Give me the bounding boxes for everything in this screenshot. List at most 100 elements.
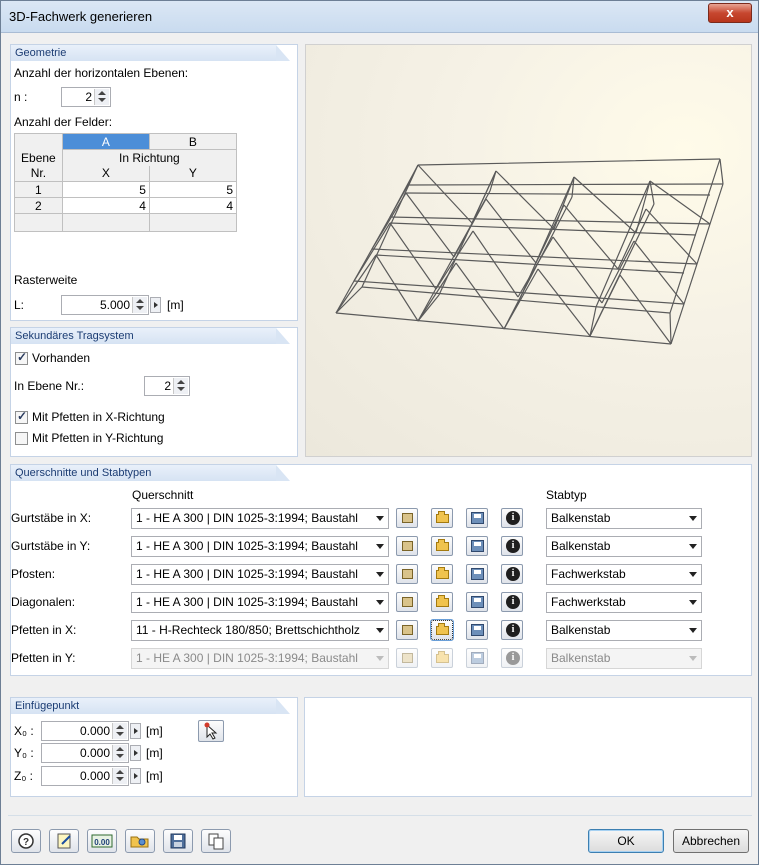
stabtyp-select[interactable]: Balkenstab bbox=[546, 620, 702, 641]
stabtyp-select[interactable]: Balkenstab bbox=[546, 648, 702, 669]
help-button[interactable]: ? bbox=[11, 829, 41, 853]
info-icon: i bbox=[506, 623, 520, 637]
edit-section-button[interactable] bbox=[466, 508, 488, 528]
units-button[interactable]: 0.00 bbox=[87, 829, 117, 853]
row-y[interactable]: 5 bbox=[148, 181, 238, 198]
cancel-button[interactable]: Abbrechen bbox=[673, 829, 749, 853]
close-button[interactable]: x bbox=[708, 3, 752, 23]
edit-section-button[interactable] bbox=[466, 536, 488, 556]
new-section-button[interactable] bbox=[431, 508, 453, 528]
spin-arrows-icon[interactable] bbox=[112, 768, 127, 784]
querschnitt-select[interactable]: 1 - HE A 300 | DIN 1025-3:1994; Baustahl bbox=[131, 536, 389, 557]
pick-arrow-icon[interactable] bbox=[130, 768, 141, 784]
spin-arrows-icon[interactable] bbox=[94, 89, 109, 105]
book-icon bbox=[402, 597, 413, 607]
info-button[interactable]: i bbox=[501, 620, 523, 640]
spin-arrows-icon[interactable] bbox=[112, 723, 127, 739]
querschnitt-select[interactable]: 11 - H-Rechteck 180/850; Brettschichthol… bbox=[131, 620, 389, 641]
l-spinner[interactable]: 5.000 bbox=[61, 295, 161, 315]
col-letter-a[interactable]: A bbox=[61, 133, 150, 150]
edit-section-button[interactable] bbox=[466, 592, 488, 612]
save-button[interactable] bbox=[163, 829, 193, 853]
edit-notes-button[interactable] bbox=[49, 829, 79, 853]
stabtyp-select[interactable]: Balkenstab bbox=[546, 508, 702, 529]
new-section-button[interactable] bbox=[431, 648, 453, 668]
dialog-window: 3D-Fachwerk generieren x Geometrie Anzah… bbox=[0, 0, 759, 865]
edit-section-button[interactable] bbox=[466, 564, 488, 584]
open-button[interactable] bbox=[125, 829, 155, 853]
querschnitt-value: 1 - HE A 300 | DIN 1025-3:1994; Baustahl bbox=[136, 651, 358, 665]
spin-arrows-icon[interactable] bbox=[112, 745, 127, 761]
stabtyp-value: Fachwerkstab bbox=[551, 567, 626, 581]
querschnitt-select[interactable]: 1 - HE A 300 | DIN 1025-3:1994; Baustahl bbox=[131, 648, 389, 669]
library-button[interactable] bbox=[396, 592, 418, 612]
info-button[interactable]: i bbox=[501, 648, 523, 668]
new-section-button[interactable] bbox=[431, 564, 453, 584]
pfetten-y-checkbox[interactable] bbox=[15, 432, 28, 445]
library-button[interactable] bbox=[396, 620, 418, 640]
querschnitte-group: Querschnitte und Stabtypen Querschnitt S… bbox=[10, 464, 752, 676]
pfetten-x-checkbox[interactable] bbox=[15, 409, 28, 424]
book-icon bbox=[402, 653, 413, 663]
stabtyp-select[interactable]: Balkenstab bbox=[546, 536, 702, 557]
stabtyp-value: Balkenstab bbox=[551, 511, 611, 525]
row-x[interactable]: 4 bbox=[61, 197, 150, 214]
pick-point-button[interactable] bbox=[198, 720, 224, 742]
stabtyp-select[interactable]: Fachwerkstab bbox=[546, 564, 702, 585]
ok-button[interactable]: OK bbox=[588, 829, 664, 853]
querschnitt-select[interactable]: 1 - HE A 300 | DIN 1025-3:1994; Baustahl bbox=[131, 564, 389, 585]
info-button[interactable]: i bbox=[501, 592, 523, 612]
library-button[interactable] bbox=[396, 648, 418, 668]
pick-arrow-icon[interactable] bbox=[150, 297, 161, 313]
pick-arrow-icon[interactable] bbox=[130, 745, 141, 761]
library-button[interactable] bbox=[396, 536, 418, 556]
querschnitt-select[interactable]: 1 - HE A 300 | DIN 1025-3:1994; Baustahl bbox=[131, 592, 389, 613]
new-section-button[interactable] bbox=[431, 592, 453, 612]
folder-icon bbox=[436, 539, 449, 551]
z0-spinner[interactable]: 0.000 bbox=[41, 766, 141, 786]
querschnitte-header: Querschnitte und Stabtypen bbox=[11, 465, 290, 481]
copy-button[interactable] bbox=[201, 829, 231, 853]
row-x[interactable]: 5 bbox=[61, 181, 150, 198]
row-nr: 2 bbox=[14, 197, 63, 214]
rasterweite-label: Rasterweite bbox=[14, 273, 78, 287]
info-button[interactable]: i bbox=[501, 508, 523, 528]
row-label: Gurtstäbe in X: bbox=[11, 511, 92, 525]
ebene-nr-value: 2 bbox=[164, 379, 171, 393]
felder-table[interactable]: A B Ebene In Richtung Nr. X Y 1 5 5 2 4 … bbox=[14, 133, 238, 232]
edit-icon bbox=[471, 624, 484, 636]
new-section-button[interactable] bbox=[431, 536, 453, 556]
n-spinner[interactable]: 2 bbox=[61, 87, 111, 107]
spin-arrows-icon[interactable] bbox=[132, 297, 147, 313]
edit-icon bbox=[471, 512, 484, 524]
spin-arrows-icon[interactable] bbox=[173, 378, 188, 394]
empty-panel bbox=[304, 697, 752, 797]
x0-spinner[interactable]: 0.000 bbox=[41, 721, 141, 741]
stabtyp-select[interactable]: Fachwerkstab bbox=[546, 592, 702, 613]
new-section-button[interactable] bbox=[430, 619, 454, 641]
edit-section-button[interactable] bbox=[466, 648, 488, 668]
table-row[interactable]: 1 5 5 bbox=[14, 181, 238, 198]
edit-section-button[interactable] bbox=[466, 620, 488, 640]
row-y[interactable]: 4 bbox=[148, 197, 238, 214]
library-button[interactable] bbox=[396, 508, 418, 528]
table-row[interactable]: 2 4 4 bbox=[14, 197, 238, 214]
pick-arrow-icon[interactable] bbox=[130, 723, 141, 739]
row-nr: 1 bbox=[14, 181, 63, 198]
vorhanden-checkbox[interactable] bbox=[15, 350, 28, 365]
ebene-nr-spinner[interactable]: 2 bbox=[144, 376, 190, 396]
querschnitt-value: 1 - HE A 300 | DIN 1025-3:1994; Baustahl bbox=[136, 539, 358, 553]
col-letter-b[interactable]: B bbox=[148, 133, 238, 150]
y0-spinner[interactable]: 0.000 bbox=[41, 743, 141, 763]
info-button[interactable]: i bbox=[501, 536, 523, 556]
info-button[interactable]: i bbox=[501, 564, 523, 584]
richtung-header: In Richtung bbox=[61, 149, 238, 166]
notepad-icon bbox=[57, 833, 71, 849]
chevron-down-icon bbox=[689, 544, 697, 549]
querschnitt-select[interactable]: 1 - HE A 300 | DIN 1025-3:1994; Baustahl bbox=[131, 508, 389, 529]
l-label: L: bbox=[14, 298, 25, 312]
table-row-empty[interactable] bbox=[14, 213, 238, 232]
edit-icon bbox=[471, 568, 484, 580]
library-button[interactable] bbox=[396, 564, 418, 584]
row-label: Diagonalen: bbox=[11, 595, 76, 609]
